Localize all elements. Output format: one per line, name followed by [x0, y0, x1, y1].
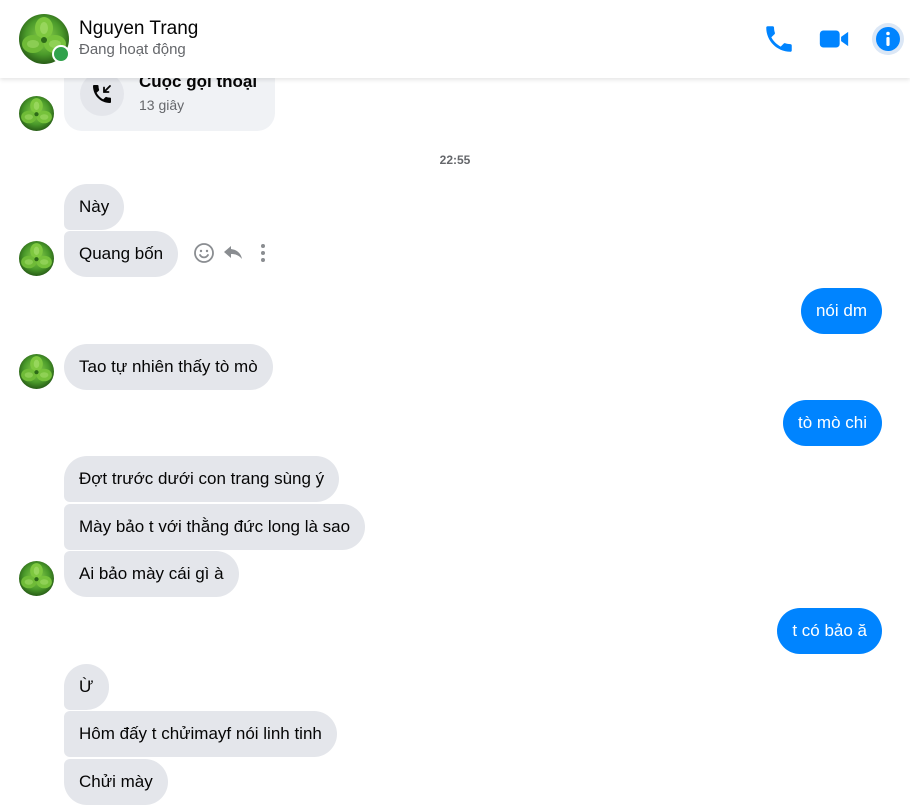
message-bubble[interactable]: Đợt trước dưới con trang sùng ý	[64, 456, 340, 502]
message-bubble[interactable]: nói dm	[800, 288, 882, 334]
contact-status: Đang hoạt động	[79, 41, 186, 58]
message-thread: Cuộc gọi thoại 13 giây 22:55 Này Quang b…	[0, 0, 910, 805]
message-bubble[interactable]: Ừ	[64, 664, 109, 710]
call-duration: 13 giây	[139, 97, 185, 113]
message-bubble[interactable]: Tao tự nhiên thấy tò mò	[64, 344, 273, 390]
message-bubble[interactable]: Mày bảo t với thằng đức long là sao	[64, 504, 366, 550]
avatar[interactable]	[19, 241, 54, 276]
message-bubble[interactable]: tò mò chi	[783, 400, 882, 446]
timestamp: 22:55	[439, 153, 471, 167]
phone-icon[interactable]	[762, 22, 796, 56]
avatar[interactable]	[19, 561, 54, 596]
smiley-icon[interactable]	[192, 241, 216, 265]
avatar[interactable]	[19, 354, 54, 389]
avatar[interactable]	[19, 96, 54, 131]
conversation-header: Nguyen Trang Đang hoạt động	[0, 0, 910, 78]
missed-call-icon	[80, 72, 124, 116]
online-status-dot	[52, 45, 70, 63]
reply-icon[interactable]	[221, 241, 245, 265]
contact-name[interactable]: Nguyen Trang	[79, 18, 198, 40]
more-options-icon[interactable]	[251, 241, 275, 265]
message-bubble[interactable]: t có bảo ă	[777, 608, 882, 654]
message-bubble[interactable]: Quang bốn	[64, 231, 179, 277]
message-bubble[interactable]: Hôm đấy t chửimayf nói linh tinh	[64, 711, 337, 757]
video-camera-icon[interactable]	[817, 22, 851, 56]
message-bubble[interactable]: Ai bảo mày cái gì à	[64, 551, 239, 597]
message-bubble[interactable]: Chửi mày	[64, 759, 168, 805]
message-bubble[interactable]: Này	[64, 184, 125, 230]
info-icon[interactable]	[871, 22, 905, 56]
